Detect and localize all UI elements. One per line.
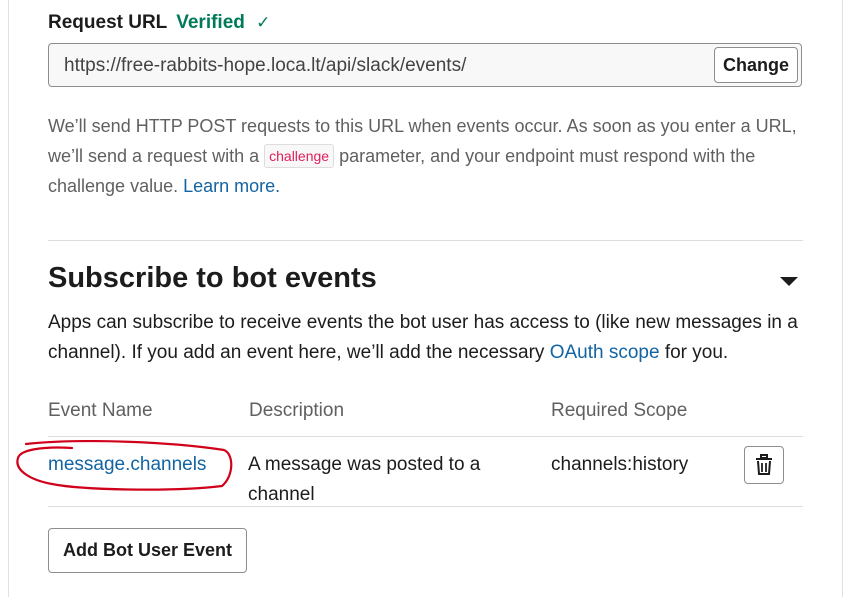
table-header-divider: [48, 436, 803, 437]
learn-more-link[interactable]: Learn more.: [183, 176, 280, 196]
column-header-event-name: Event Name: [48, 400, 153, 421]
event-name-link[interactable]: message.channels: [48, 450, 206, 480]
checkmark-icon: ✓: [256, 13, 271, 32]
request-url-help-text: We’ll send HTTP POST requests to this UR…: [48, 111, 808, 201]
request-url-label: Request URL Verified ✓: [48, 12, 270, 34]
bot-events-desc-part2: for you.: [659, 342, 729, 363]
request-url-label-text: Request URL: [48, 12, 167, 33]
column-header-description: Description: [249, 400, 345, 421]
panel-left-border: [8, 0, 9, 597]
bot-events-description: Apps can subscribe to receive events the…: [48, 308, 808, 368]
table-row-divider: [48, 506, 803, 507]
section-divider: [48, 240, 803, 241]
event-description: A message was posted to a channel: [248, 454, 481, 505]
oauth-scope-link[interactable]: OAuth scope: [550, 342, 660, 363]
bot-events-title: Subscribe to bot events: [48, 262, 377, 294]
request-url-field[interactable]: https://free-rabbits-hope.loca.lt/api/sl…: [48, 43, 802, 87]
request-url-value[interactable]: https://free-rabbits-hope.loca.lt/api/sl…: [64, 55, 466, 77]
event-subscriptions-panel: Request URL Verified ✓ https://free-rabb…: [0, 0, 852, 597]
verified-status: Verified: [176, 12, 245, 33]
add-bot-user-event-button[interactable]: Add Bot User Event: [48, 528, 247, 573]
challenge-code: challenge: [264, 144, 335, 168]
change-button[interactable]: Change: [714, 47, 798, 83]
collapse-caret-icon[interactable]: [780, 277, 798, 286]
panel-right-border: [842, 0, 843, 597]
event-required-scope: channels:history: [551, 454, 689, 475]
delete-event-button[interactable]: [744, 446, 784, 484]
column-header-required-scope: Required Scope: [551, 400, 688, 421]
trash-icon: [756, 454, 772, 475]
